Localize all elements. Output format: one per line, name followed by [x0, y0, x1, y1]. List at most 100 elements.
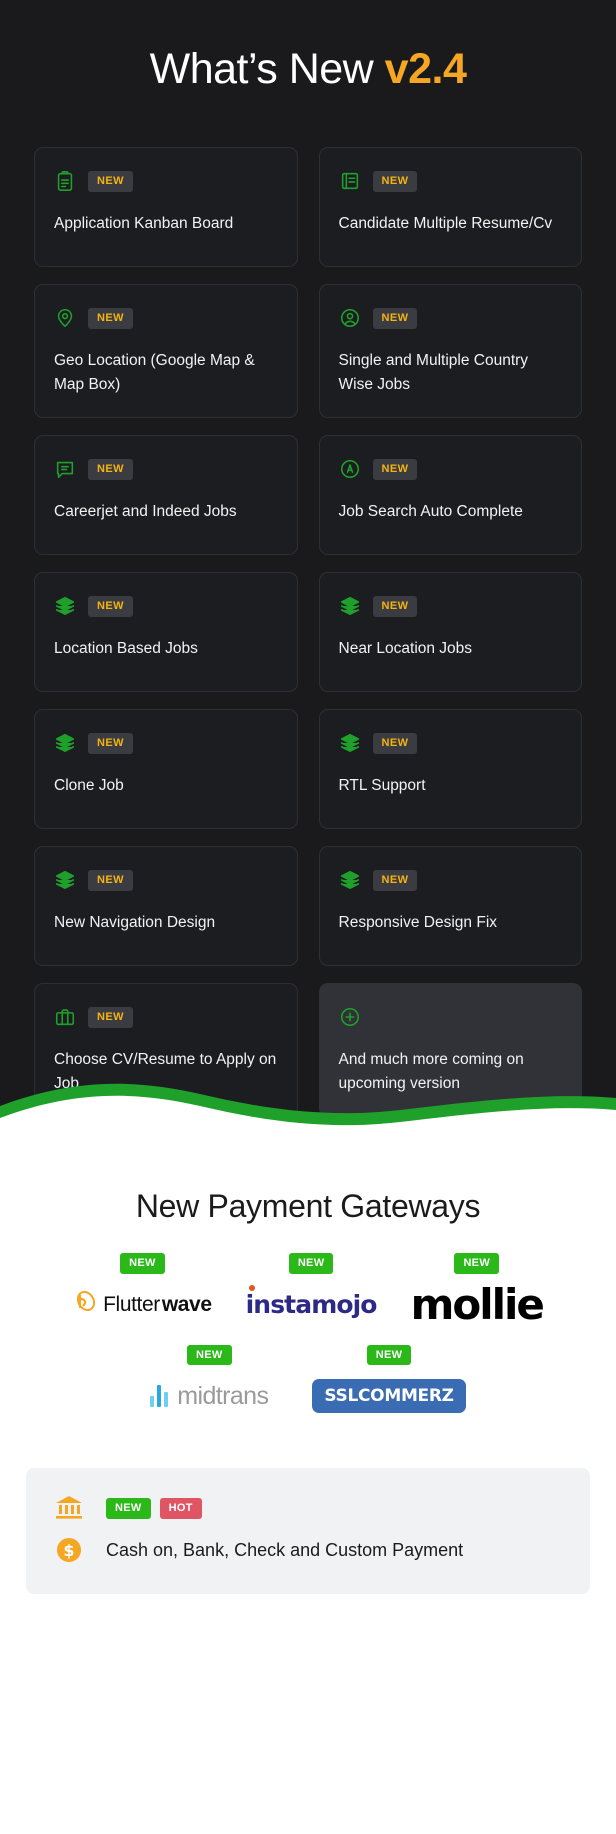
layers-icon: [339, 595, 361, 617]
feature-cards-grid: NEW Application Kanban Board NEW Candidate …: [0, 147, 616, 1118]
feature-card[interactable]: NEW Location Based Jobs: [34, 572, 298, 693]
feature-card[interactable]: NEW Careerjet and Indeed Jobs: [34, 435, 298, 556]
instamojo-logo: instamojo: [246, 1283, 377, 1327]
midtrans-text: midtrans: [177, 1381, 269, 1410]
feature-card[interactable]: NEW Responsive Design Fix: [318, 846, 582, 967]
feature-card[interactable]: NEW Job Search Auto Complete: [318, 435, 582, 556]
feature-card-header: NEW: [54, 593, 278, 619]
badges-group: NEW HOT: [106, 1497, 202, 1519]
custom-payment-badges-row: NEW HOT: [50, 1494, 566, 1522]
payment-gateways-section: New Payment Gateways NEW Flutter wave NE…: [0, 1140, 616, 1595]
layers-icon: [339, 732, 361, 754]
status-badge-new: NEW: [88, 595, 133, 617]
map-pin-icon: [54, 307, 76, 329]
custom-payment-text-row: $ Cash on, Bank, Check and Custom Paymen…: [50, 1536, 566, 1564]
status-badge-new: NEW: [288, 1253, 334, 1274]
midtrans-bars-icon: [150, 1385, 169, 1408]
status-badge-new: NEW: [366, 1344, 412, 1366]
status-badge-new: NEW: [372, 869, 418, 891]
status-badge-new: NEW: [120, 1253, 165, 1274]
instamojo-text: instamojo: [245, 1290, 378, 1320]
layers-icon: [54, 869, 76, 891]
flutterwave-text-light: Flutter: [103, 1292, 160, 1316]
autocomplete-circle-icon: [339, 458, 361, 480]
feature-card-title: Job Search Auto Complete: [338, 503, 523, 521]
sslcommerz-logo: SSLCOMMERZ: [312, 1374, 466, 1418]
flutterwave-text-bold: wave: [161, 1292, 212, 1316]
status-badge-new: NEW: [372, 458, 418, 480]
feature-card-title: Location Based Jobs: [54, 640, 198, 658]
custom-payment-label: Cash on, Bank, Check and Custom Payment: [106, 1539, 464, 1560]
flutterwave-mark-icon: [73, 1289, 99, 1321]
feature-card[interactable]: NEW Application Kanban Board: [34, 147, 298, 268]
feature-card-header: NEW: [54, 867, 278, 893]
feature-card-header: NEW: [54, 456, 278, 482]
briefcase-icon: [54, 1006, 76, 1028]
feature-card-title: Candidate Multiple Resume/Cv: [338, 215, 553, 233]
dollar-coin-icon: $: [50, 1536, 88, 1564]
feature-card-header: [339, 1004, 563, 1030]
feature-card-title: RTL Support: [338, 777, 426, 795]
status-badge-new: NEW: [372, 170, 418, 192]
feature-card-title: Near Location Jobs: [338, 640, 473, 658]
custom-payment-panel: NEW HOT $ Cash on, Bank, Check and Custo…: [26, 1468, 590, 1595]
feature-card-title: Application Kanban Board: [54, 215, 234, 233]
whats-new-section: What’s New v2.4 NEW Application Kanban Bo…: [0, 0, 616, 1142]
status-badge-new: NEW: [372, 307, 418, 329]
svg-text:$: $: [63, 1541, 74, 1560]
feature-card-title: Careerjet and Indeed Jobs: [54, 503, 237, 521]
gateway-midtrans[interactable]: NEW midtrans: [150, 1344, 269, 1419]
status-badge-new: NEW: [454, 1253, 500, 1274]
status-badge-new: NEW: [106, 1497, 151, 1519]
mollie-text: mollie: [410, 1279, 545, 1329]
feature-card[interactable]: NEW Single and Multiple Country Wise Jobs: [318, 284, 582, 419]
status-badge-new: NEW: [88, 869, 133, 891]
feature-card[interactable]: NEW RTL Support: [318, 709, 582, 830]
gateway-flutterwave[interactable]: NEW Flutter wave: [73, 1253, 212, 1327]
status-badge-new: NEW: [88, 1006, 133, 1028]
layers-icon: [54, 595, 76, 617]
gateways-row-1: NEW Flutter wave NEW instamojo NEW molli…: [0, 1253, 616, 1327]
feature-card[interactable]: NEW New Navigation Design: [34, 846, 298, 967]
feature-card-title: Geo Location (Google Map & Map Box): [54, 352, 255, 394]
clipboard-icon: [54, 170, 76, 192]
feature-card-title: Responsive Design Fix: [338, 914, 498, 932]
status-badge-hot: HOT: [159, 1497, 202, 1519]
gateway-mollie[interactable]: NEW mollie: [410, 1253, 545, 1329]
user-circle-icon: [339, 307, 361, 329]
layers-icon: [54, 732, 76, 754]
feature-card-header: NEW: [339, 867, 563, 893]
midtrans-logo: midtrans: [150, 1374, 269, 1418]
feature-card-header: NEW: [339, 305, 563, 331]
message-icon: [54, 458, 76, 480]
plus-circle-icon: [339, 1006, 361, 1028]
feature-card-title: New Navigation Design: [54, 914, 216, 932]
mollie-logo: mollie: [410, 1279, 545, 1329]
version-label: v2.4: [384, 45, 467, 93]
gateway-instamojo[interactable]: NEW instamojo: [246, 1253, 377, 1327]
status-badge-new: NEW: [88, 307, 133, 329]
bank-icon: [50, 1494, 88, 1522]
feature-card-header: NEW: [54, 730, 278, 756]
whats-new-page: What’s New v2.4 NEW Application Kanban Bo…: [0, 0, 616, 1834]
wave-divider: [0, 1072, 616, 1142]
feature-card-title: Clone Job: [54, 777, 124, 795]
feature-card[interactable]: NEW Clone Job: [34, 709, 298, 830]
sslcommerz-text: SSLCOMMERZ: [312, 1379, 466, 1414]
status-badge-new: NEW: [372, 595, 418, 617]
status-badge-new: NEW: [187, 1344, 232, 1366]
feature-card-header: NEW: [54, 305, 278, 331]
page-title-main: What’s New: [149, 45, 385, 93]
instamojo-dot-icon: [248, 1285, 255, 1292]
feature-card[interactable]: NEW Near Location Jobs: [318, 572, 582, 693]
feature-card-header: NEW: [339, 456, 563, 482]
feature-card[interactable]: NEW Geo Location (Google Map & Map Box): [34, 284, 298, 419]
layers-icon: [339, 869, 361, 891]
status-badge-new: NEW: [88, 732, 133, 754]
page-title: What’s New v2.4: [0, 0, 616, 93]
gateway-sslcommerz[interactable]: NEW SSLCOMMERZ: [312, 1344, 466, 1419]
flutterwave-logo: Flutter wave: [73, 1283, 212, 1327]
status-badge-new: NEW: [88, 170, 133, 192]
feature-card-header: NEW: [54, 1004, 278, 1030]
feature-card[interactable]: NEW Candidate Multiple Resume/Cv: [318, 147, 582, 268]
